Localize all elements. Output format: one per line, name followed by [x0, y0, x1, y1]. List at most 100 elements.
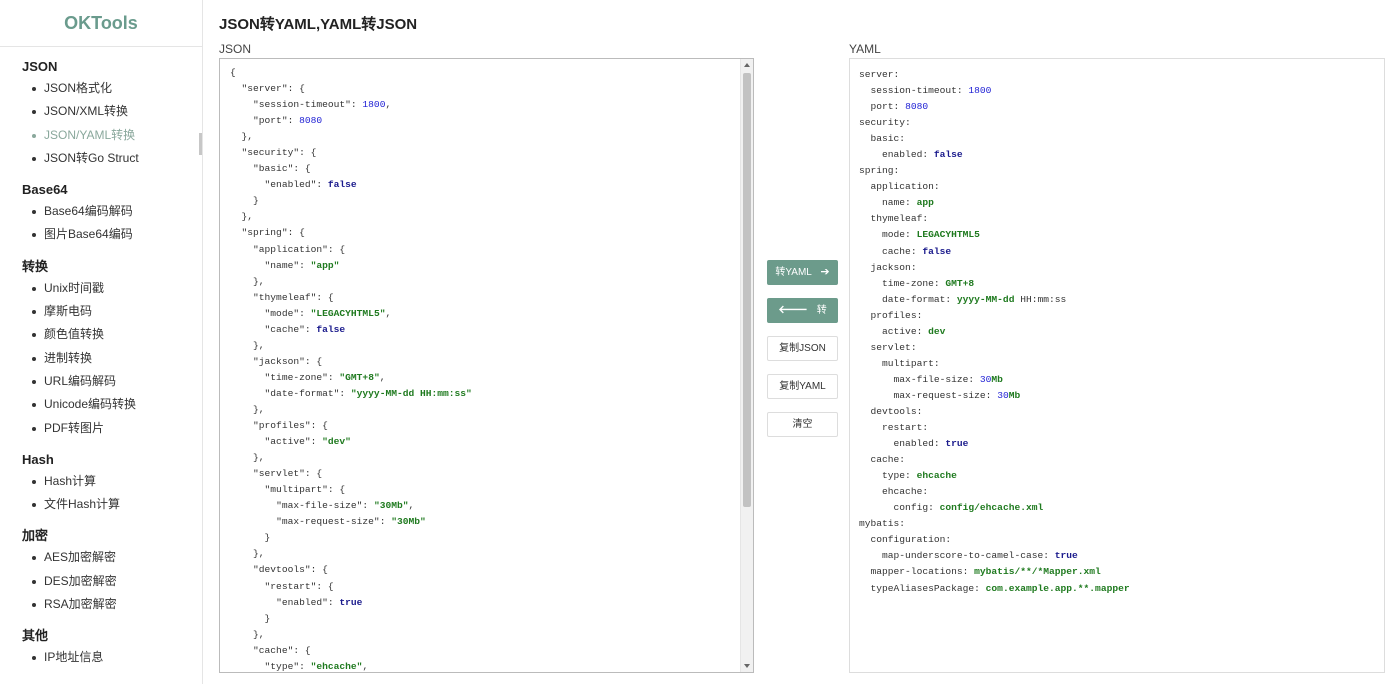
code-token: "enabled": [264, 179, 317, 191]
sidebar-item[interactable]: IP地址信息: [0, 646, 202, 669]
code-token: false: [933, 149, 963, 161]
code-line: "basic": {: [230, 161, 731, 177]
json-code-content[interactable]: { "server": { "session-timeout": 1800, "…: [220, 59, 741, 672]
json-scrollbar[interactable]: [740, 59, 753, 672]
code-line: "multipart": {: [230, 482, 731, 498]
code-token: 30: [997, 389, 1009, 401]
code-token: "enabled": [276, 596, 328, 608]
sidebar-item[interactable]: JSON/YAML转换: [0, 124, 202, 147]
code-token: app: [916, 197, 934, 209]
sidebar-item[interactable]: JSON格式化: [0, 77, 202, 100]
sidebar-item[interactable]: Unix时间戳: [0, 277, 202, 300]
code-line: "enabled": true: [230, 595, 731, 611]
code-token: : {: [310, 420, 328, 432]
code-line: "date-format": "yyyy-MM-dd HH:mm:ss": [230, 386, 731, 402]
convert-to-yaml-label: 转YAML: [775, 267, 812, 278]
code-line: map-underscore-to-camel-case: true: [859, 548, 1375, 564]
sidebar-item[interactable]: 颜色值转换: [0, 323, 202, 346]
sidebar-item[interactable]: Unicode编码转换: [0, 393, 202, 416]
code-token: cache:: [859, 245, 923, 257]
yaml-panel-label: YAML: [849, 42, 881, 56]
code-line: },: [230, 627, 731, 643]
code-line: "security": {: [230, 145, 731, 161]
code-token: config/ehcache.xml: [939, 502, 1044, 514]
code-token: 1800: [362, 99, 386, 111]
code-token: config:: [859, 502, 940, 514]
code-line: enabled: true: [859, 436, 1375, 452]
code-token: mybatis/**/*Mapper.xml: [974, 566, 1101, 578]
code-line: "cache": false: [230, 322, 731, 338]
code-token: }: [230, 612, 271, 624]
code-token: },: [230, 452, 265, 464]
sidebar-scrollbar[interactable]: [199, 133, 202, 155]
code-line: "enabled": false: [230, 177, 731, 193]
code-token: 8080: [299, 115, 323, 127]
scroll-up-icon[interactable]: [744, 63, 750, 67]
sidebar-item[interactable]: 进制转换: [0, 347, 202, 370]
copy-yaml-button[interactable]: 复制YAML: [767, 374, 838, 399]
sidebar-item[interactable]: 摩斯电码: [0, 300, 202, 323]
code-token: : {: [299, 147, 317, 159]
nav-group-title: 其他: [22, 628, 49, 644]
code-line: "servlet": {: [230, 466, 731, 482]
code-token: },: [230, 211, 254, 223]
code-line: "session-timeout": 1800,: [230, 97, 731, 113]
sidebar-item[interactable]: 文件Hash计算: [0, 493, 202, 516]
code-token: : {: [293, 644, 311, 656]
yaml-editor[interactable]: server: session-timeout: 1800 port: 8080…: [849, 58, 1385, 673]
code-line: },: [230, 274, 731, 290]
code-token: security:: [859, 117, 911, 129]
code-line: "thymeleaf": {: [230, 290, 731, 306]
code-token: enabled:: [859, 149, 934, 161]
code-token: "max-file-size": [276, 500, 363, 512]
clear-button[interactable]: 清空: [767, 412, 838, 437]
code-token: 8080: [905, 101, 929, 113]
code-line: "port": 8080: [230, 113, 731, 129]
code-token: },: [230, 339, 265, 351]
code-line: "devtools": {: [230, 562, 731, 578]
code-line: },: [230, 546, 731, 562]
code-token: :: [316, 179, 328, 191]
copy-json-button[interactable]: 复制JSON: [767, 336, 838, 361]
sidebar-item[interactable]: JSON/XML转换: [0, 100, 202, 123]
code-token: : {: [304, 355, 323, 367]
convert-to-yaml-button[interactable]: 转YAML ➔: [767, 260, 838, 285]
code-token: false: [922, 245, 952, 257]
code-line: config: config/ehcache.xml: [859, 500, 1375, 516]
code-line: "jackson": {: [230, 354, 731, 370]
code-token: devtools:: [859, 405, 923, 417]
code-token: 30: [979, 373, 992, 385]
code-token: "profiles": [253, 420, 311, 432]
sidebar-item[interactable]: AES加密解密: [0, 546, 202, 569]
sidebar-item[interactable]: Base64编码解码: [0, 200, 202, 223]
code-token: : {: [287, 83, 305, 95]
brand-logo[interactable]: OKTools: [0, 0, 202, 47]
json-editor[interactable]: { "server": { "session-timeout": 1800, "…: [219, 58, 754, 673]
sidebar-item[interactable]: Hash计算: [0, 470, 202, 493]
code-token: :: [299, 259, 311, 271]
json-scroll-thumb[interactable]: [743, 73, 751, 507]
sidebar-item[interactable]: URL编码解码: [0, 370, 202, 393]
code-token: yyyy-MM-dd: [956, 293, 1015, 305]
code-token: jackson:: [859, 261, 917, 273]
sidebar-item[interactable]: DES加密解密: [0, 570, 202, 593]
scroll-down-icon[interactable]: [744, 664, 750, 668]
nav-group: 其他 IP地址信息: [0, 626, 202, 669]
sidebar-item[interactable]: PDF转图片: [0, 417, 202, 440]
convert-to-json-button[interactable]: 🡐 转JSON: [767, 298, 838, 339]
sidebar-item[interactable]: RSA加密解密: [0, 593, 202, 616]
sidebar-item[interactable]: 图片Base64编码: [0, 223, 202, 246]
yaml-code-content[interactable]: server: session-timeout: 1800 port: 8080…: [850, 59, 1384, 605]
code-token: "basic": [253, 163, 294, 175]
code-token: max-request-size:: [859, 389, 998, 401]
code-token: :: [327, 371, 340, 383]
code-line: }: [230, 193, 731, 209]
sidebar-item[interactable]: JSON转Go Struct: [0, 147, 202, 170]
